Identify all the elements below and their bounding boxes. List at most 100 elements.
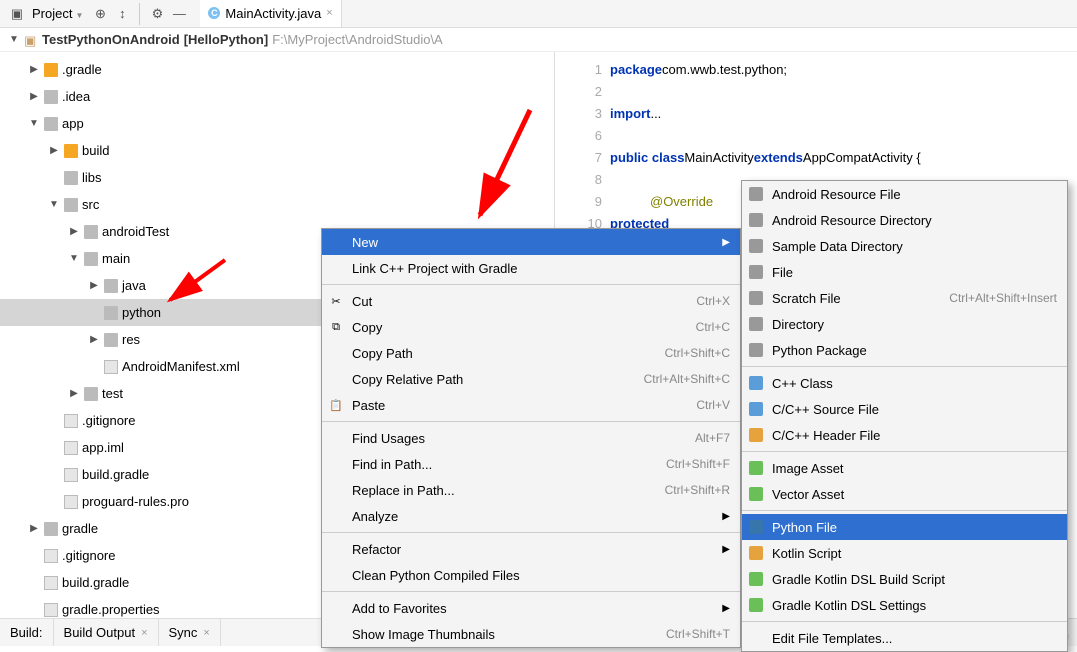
menu-label: Find in Path... <box>352 457 432 472</box>
submenu-python-package[interactable]: Python Package <box>742 337 1067 363</box>
menu-label: Copy <box>352 320 382 335</box>
tree-item-libs[interactable]: libs <box>0 164 554 191</box>
code-line[interactable]: package com.wwb.test.python; <box>610 58 1077 80</box>
tree-item-src[interactable]: ▼ src <box>0 191 554 218</box>
file-icon <box>64 495 78 509</box>
menu-label: Scratch File <box>772 291 841 306</box>
caret-icon[interactable]: ▼ <box>28 118 40 129</box>
folder-icon <box>64 144 78 158</box>
caret-icon[interactable]: ▶ <box>68 226 80 237</box>
caret-icon[interactable]: ▼ <box>68 253 80 264</box>
submenu-c-c-source-file[interactable]: C/C++ Source File <box>742 396 1067 422</box>
folder-icon <box>44 117 58 131</box>
caret-icon[interactable]: ▶ <box>48 145 60 156</box>
menu-label: Find Usages <box>352 431 425 446</box>
build-output-tab[interactable]: Build Output× <box>54 619 159 646</box>
caret-icon[interactable]: ▶ <box>88 280 100 291</box>
close-icon[interactable]: × <box>326 7 332 19</box>
submenu-scratch-file[interactable]: Scratch File Ctrl+Alt+Shift+Insert <box>742 285 1067 311</box>
menu-analyze[interactable]: Analyze▶ <box>322 503 740 529</box>
submenu-vector-asset[interactable]: Vector Asset <box>742 481 1067 507</box>
shortcut-label: Ctrl+Shift+T <box>666 627 730 641</box>
project-dropdown[interactable]: Project <box>32 6 83 21</box>
tree-label: .idea <box>62 89 90 104</box>
submenu-python-file[interactable]: Python File <box>742 514 1067 540</box>
submenu-edit-file-templates-[interactable]: Edit File Templates... <box>742 625 1067 651</box>
submenu-sample-data-directory[interactable]: Sample Data Directory <box>742 233 1067 259</box>
tree-label: app <box>62 116 84 131</box>
expand-icon[interactable]: ↕ <box>113 5 131 23</box>
module-icon: ▣ <box>24 33 38 47</box>
menu-label: Gradle Kotlin DSL Settings <box>772 598 926 613</box>
caret-icon[interactable]: ▼ <box>48 199 60 210</box>
submenu-c-c-header-file[interactable]: C/C++ Header File <box>742 422 1067 448</box>
menu-link-c-project-with-gradle[interactable]: Link C++ Project with Gradle <box>322 255 740 281</box>
tree-label: AndroidManifest.xml <box>122 359 240 374</box>
menu-copy-path[interactable]: Copy PathCtrl+Shift+C <box>322 340 740 366</box>
code-line[interactable]: public class MainActivity extends AppCom… <box>610 146 1077 168</box>
gear-icon[interactable]: ⚙ <box>148 5 166 23</box>
submenu-android-resource-directory[interactable]: Android Resource Directory <box>742 207 1067 233</box>
shortcut-label: Ctrl+Alt+Shift+Insert <box>949 291 1057 305</box>
code-line[interactable] <box>610 124 1077 146</box>
tree-label: .gradle <box>62 62 102 77</box>
caret-icon[interactable]: ▶ <box>28 91 40 102</box>
submenu-image-asset[interactable]: Image Asset <box>742 455 1067 481</box>
menu-label: Replace in Path... <box>352 483 455 498</box>
tree-label: test <box>102 386 123 401</box>
filetype-icon <box>749 265 763 279</box>
tree-label: androidTest <box>102 224 169 239</box>
menu-copy[interactable]: ⧉CopyCtrl+C <box>322 314 740 340</box>
submenu-directory[interactable]: Directory <box>742 311 1067 337</box>
menu-label: Python File <box>772 520 837 535</box>
sync-tab[interactable]: Sync× <box>159 619 221 646</box>
menu-icon: ✂ <box>328 293 344 309</box>
menu-label: Analyze <box>352 509 398 524</box>
tree-item--gradle[interactable]: ▶ .gradle <box>0 56 554 83</box>
menu-show-image-thumbnails[interactable]: Show Image Thumbnails Ctrl+Shift+T <box>322 621 740 647</box>
tree-label: build <box>82 143 109 158</box>
caret-icon[interactable]: ▶ <box>88 334 100 345</box>
breadcrumb-project: TestPythonOnAndroid <box>42 32 180 47</box>
caret-icon[interactable]: ▶ <box>28 523 40 534</box>
file-icon <box>64 441 78 455</box>
menu-add-to-favorites[interactable]: Add to Favorites▶ <box>322 595 740 621</box>
code-line[interactable] <box>610 80 1077 102</box>
collapse-icon[interactable]: ▼ <box>8 34 20 45</box>
menu-copy-relative-path[interactable]: Copy Relative PathCtrl+Alt+Shift+C <box>322 366 740 392</box>
tree-label: build.gradle <box>62 575 129 590</box>
submenu-gradle-kotlin-dsl-settings[interactable]: Gradle Kotlin DSL Settings <box>742 592 1067 618</box>
filetype-icon <box>749 187 763 201</box>
project-view-icon[interactable]: ▣ <box>8 5 26 23</box>
shortcut-label: Ctrl+Shift+F <box>666 457 730 471</box>
menu-find-in-path-[interactable]: Find in Path... Ctrl+Shift+F <box>322 451 740 477</box>
menu-label: C/C++ Header File <box>772 428 880 443</box>
submenu-gradle-kotlin-dsl-build-script[interactable]: Gradle Kotlin DSL Build Script <box>742 566 1067 592</box>
caret-icon[interactable]: ▶ <box>28 64 40 75</box>
code-line[interactable]: import ... <box>610 102 1077 124</box>
caret-icon[interactable]: ▶ <box>68 388 80 399</box>
submenu-kotlin-script[interactable]: Kotlin Script <box>742 540 1067 566</box>
menu-label: Android Resource File <box>772 187 901 202</box>
tree-item--idea[interactable]: ▶ .idea <box>0 83 554 110</box>
menu-cut[interactable]: ✂CutCtrl+X <box>322 288 740 314</box>
menu-replace-in-path-[interactable]: Replace in Path...Ctrl+Shift+R <box>322 477 740 503</box>
menu-find-usages[interactable]: Find UsagesAlt+F7 <box>322 425 740 451</box>
editor-tab-main[interactable]: C MainActivity.java × <box>200 0 341 27</box>
menu-clean-python-compiled-files[interactable]: Clean Python Compiled Files <box>322 562 740 588</box>
new-submenu[interactable]: Android Resource File Android Resource Di… <box>741 180 1068 652</box>
menu-label: Edit File Templates... <box>772 631 892 646</box>
submenu-android-resource-file[interactable]: Android Resource File <box>742 181 1067 207</box>
submenu-file[interactable]: File <box>742 259 1067 285</box>
filetype-icon <box>749 402 763 416</box>
minimize-icon[interactable]: — <box>170 5 188 23</box>
menu-new[interactable]: New▶ <box>322 229 740 255</box>
tree-item-build[interactable]: ▶ build <box>0 137 554 164</box>
menu-paste[interactable]: 📋PasteCtrl+V <box>322 392 740 418</box>
menu-refactor[interactable]: Refactor▶ <box>322 536 740 562</box>
target-icon[interactable]: ⊕ <box>91 5 109 23</box>
menu-label: Show Image Thumbnails <box>352 627 495 642</box>
context-menu[interactable]: New▶Link C++ Project with Gradle ✂CutCtrl… <box>321 228 741 648</box>
tree-item-app[interactable]: ▼ app <box>0 110 554 137</box>
submenu-c-class[interactable]: C++ Class <box>742 370 1067 396</box>
